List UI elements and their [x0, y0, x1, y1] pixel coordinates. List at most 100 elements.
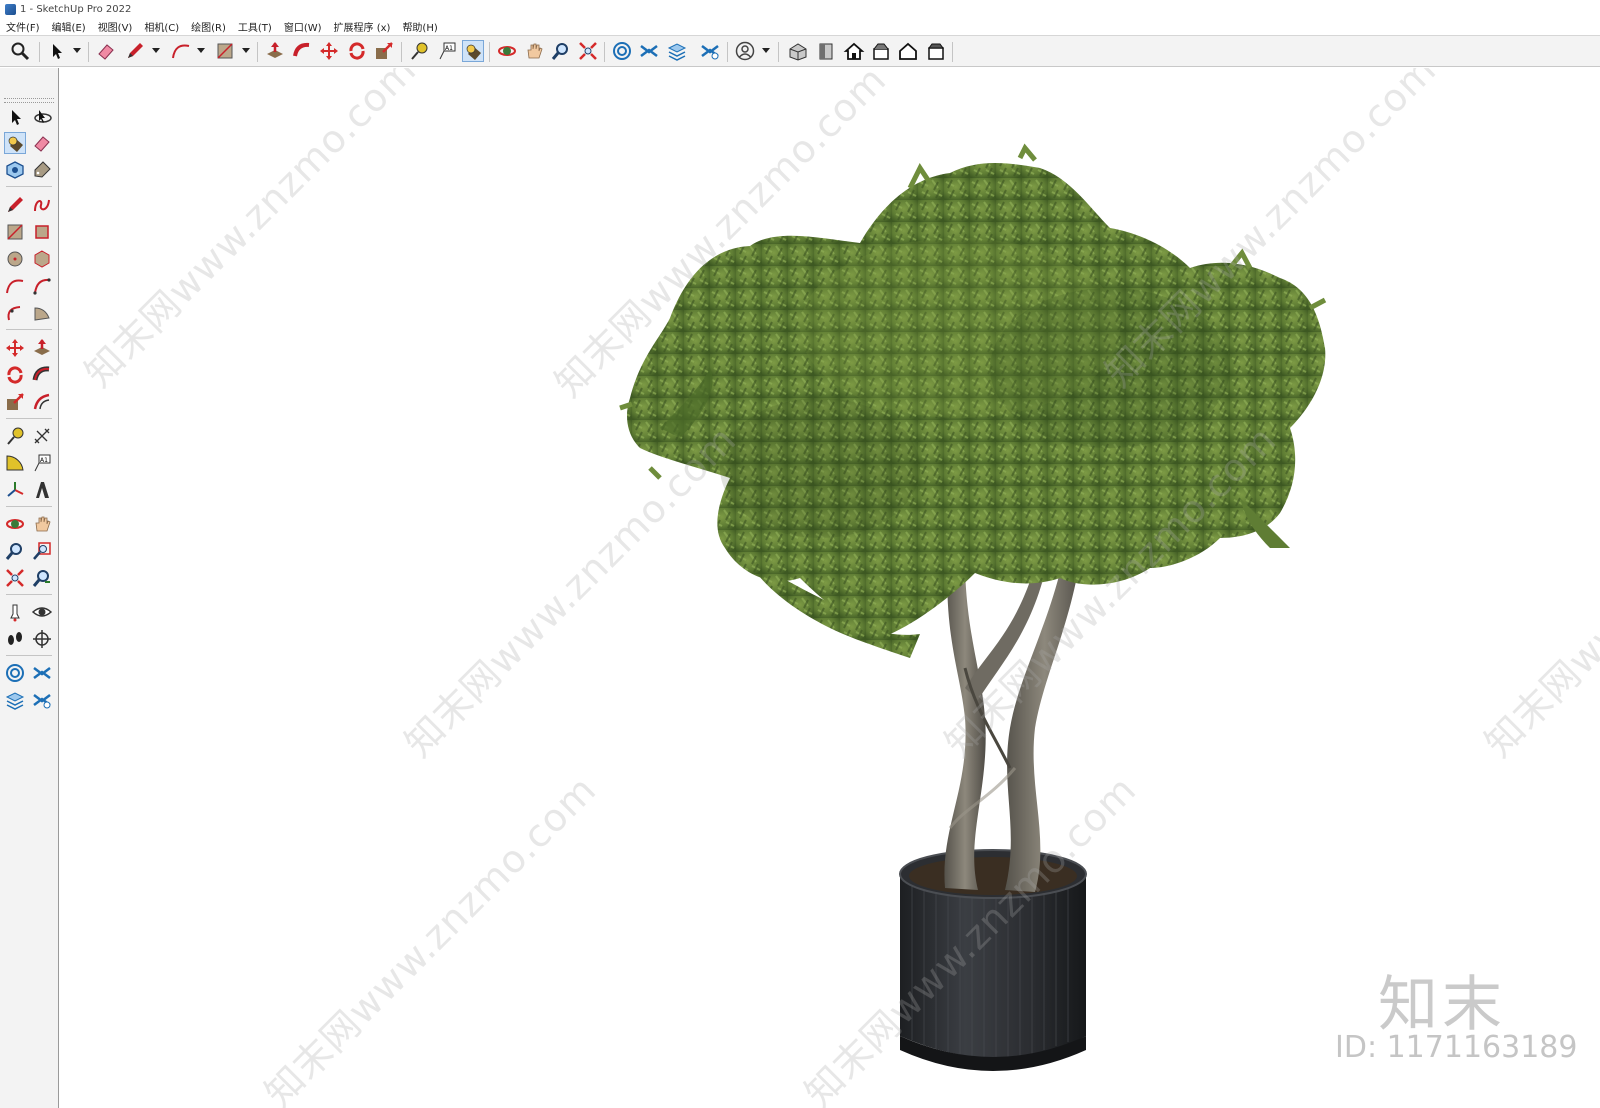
menu-tools[interactable]: 工具(T) — [232, 19, 278, 34]
select-dropdown[interactable] — [73, 48, 81, 53]
3d-text-icon[interactable] — [31, 479, 53, 501]
paint-bucket-icon[interactable] — [4, 132, 26, 154]
sandbox-flip-edge-icon[interactable] — [699, 40, 721, 62]
back-view-icon[interactable] — [925, 40, 947, 62]
dimension-icon[interactable] — [31, 425, 53, 447]
sandbox-drape-icon[interactable] — [4, 689, 26, 711]
sandbox-add-detail-icon[interactable] — [31, 689, 53, 711]
pencil-icon[interactable] — [4, 194, 26, 216]
previous-view-icon[interactable] — [31, 567, 53, 589]
sandbox-smoove-icon[interactable] — [638, 40, 660, 62]
sandbox-scratch-icon[interactable] — [31, 662, 53, 684]
scale-icon[interactable] — [4, 391, 26, 413]
zoom-window-icon[interactable] — [31, 540, 53, 562]
top-view-icon[interactable] — [870, 40, 892, 62]
text-icon[interactable]: A1 — [436, 40, 458, 62]
tape-measure-icon[interactable] — [408, 40, 430, 62]
front-view-icon[interactable] — [815, 40, 837, 62]
select-icon[interactable] — [4, 106, 26, 128]
pencil-icon[interactable] — [124, 40, 146, 62]
rotated-rectangle-icon[interactable] — [31, 221, 53, 243]
move-icon[interactable] — [4, 337, 26, 359]
house-view-icon[interactable] — [897, 40, 919, 62]
brand-id: ID: 1171163189 — [1335, 1030, 1578, 1065]
zoom-icon[interactable] — [4, 540, 26, 562]
menu-extensions[interactable]: 扩展程序 (x) — [328, 19, 397, 34]
menu-file[interactable]: 文件(F) — [0, 19, 46, 34]
three-point-arc-icon[interactable] — [4, 302, 26, 324]
palette-separator — [6, 506, 52, 507]
walk-icon[interactable] — [4, 628, 26, 650]
menu-window[interactable]: 窗口(W) — [278, 19, 328, 34]
zoom-window-icon[interactable] — [577, 40, 599, 62]
menu-camera[interactable]: 相机(C) — [138, 19, 185, 34]
arc-icon[interactable] — [170, 40, 192, 62]
rectangle-icon[interactable] — [214, 40, 236, 62]
push-pull-icon[interactable] — [31, 337, 53, 359]
toolbar-separator — [88, 42, 89, 62]
polygon-icon[interactable] — [31, 248, 53, 270]
toolbar-separator — [39, 42, 40, 62]
model-viewport[interactable]: 知末网www.znzmo.com 知末网www.znzmo.com 知末网www… — [60, 68, 1600, 1108]
text-icon[interactable]: A1 — [31, 452, 53, 474]
arc-icon[interactable] — [4, 275, 26, 297]
eraser-icon[interactable] — [95, 40, 117, 62]
follow-me-icon[interactable] — [31, 364, 53, 386]
zoom-extents-icon[interactable] — [9, 40, 31, 62]
home-view-icon[interactable] — [843, 40, 865, 62]
rectangle-icon[interactable] — [4, 221, 26, 243]
menu-help[interactable]: 帮助(H) — [396, 19, 443, 34]
paint-bucket-icon[interactable] — [462, 40, 484, 62]
select-icon[interactable] — [45, 40, 67, 62]
account-icon[interactable] — [734, 40, 756, 62]
toolbar-separator — [727, 42, 728, 62]
sketchup-app-icon — [5, 3, 16, 15]
sandbox-stamp-icon[interactable] — [666, 40, 688, 62]
rotate-icon[interactable] — [4, 364, 26, 386]
left-tool-palette: A1 — [0, 68, 59, 1108]
zoom-extents-icon[interactable] — [4, 567, 26, 589]
menu-draw[interactable]: 绘图(R) — [185, 19, 232, 34]
sandbox-contours-icon[interactable] — [4, 662, 26, 684]
offset-icon[interactable] — [31, 391, 53, 413]
account-dropdown[interactable] — [762, 48, 770, 53]
tag-icon[interactable] — [31, 159, 53, 181]
zoom-icon[interactable] — [550, 40, 572, 62]
two-point-arc-icon[interactable] — [31, 275, 53, 297]
axes-icon[interactable] — [4, 479, 26, 501]
protractor-icon[interactable] — [4, 452, 26, 474]
potted-tree-model — [619, 143, 1327, 1071]
orbit-icon[interactable] — [496, 40, 518, 62]
pan-icon[interactable] — [31, 513, 53, 535]
orbit-3d-icon[interactable] — [31, 106, 53, 128]
toolbar-separator — [604, 42, 605, 62]
orbit-icon[interactable] — [4, 513, 26, 535]
palette-grip[interactable] — [4, 98, 54, 103]
sandbox-from-contours-icon[interactable] — [611, 40, 633, 62]
position-camera-icon[interactable] — [4, 601, 26, 623]
eraser-icon[interactable] — [31, 132, 53, 154]
freehand-icon[interactable] — [31, 194, 53, 216]
arc-dropdown[interactable] — [197, 48, 205, 53]
section-plane-icon[interactable] — [31, 628, 53, 650]
menu-edit[interactable]: 编辑(E) — [46, 19, 92, 34]
pan-icon[interactable] — [523, 40, 545, 62]
component-icon[interactable] — [4, 159, 26, 181]
look-around-icon[interactable] — [31, 601, 53, 623]
move-icon[interactable] — [318, 40, 340, 62]
follow-me-icon[interactable] — [291, 40, 313, 62]
rotate-icon[interactable] — [346, 40, 368, 62]
title-bar: 1 - SketchUp Pro 2022 — [0, 0, 1600, 18]
rectangle-dropdown[interactable] — [242, 48, 250, 53]
toolbar-separator — [257, 42, 258, 62]
tape-measure-icon[interactable] — [4, 425, 26, 447]
circle-icon[interactable] — [4, 248, 26, 270]
pie-icon[interactable] — [31, 302, 53, 324]
menu-view[interactable]: 视图(V) — [92, 19, 139, 34]
scale-icon[interactable] — [373, 40, 395, 62]
svg-text:A1: A1 — [445, 45, 453, 52]
push-pull-icon[interactable] — [264, 40, 286, 62]
pencil-dropdown[interactable] — [152, 48, 160, 53]
iso-view-icon[interactable] — [787, 40, 809, 62]
window-title: 1 - SketchUp Pro 2022 — [20, 3, 132, 15]
